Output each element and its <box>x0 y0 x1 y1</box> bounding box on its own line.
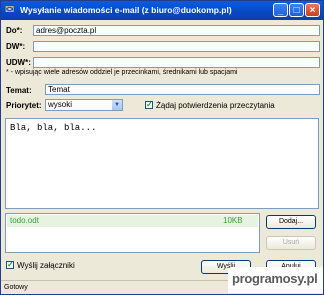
attachment-name: todo.odt <box>10 216 39 225</box>
subject-label: Temat: <box>6 86 32 95</box>
bcc-label: UDW*: <box>6 58 31 67</box>
to-label: Do*: <box>6 26 23 35</box>
remove-attachment-button[interactable]: Usuń <box>266 236 316 250</box>
list-item[interactable]: todo.odt 10KB <box>7 215 258 227</box>
attachments-list[interactable]: todo.odt 10KB <box>5 213 260 253</box>
read-receipt-checkbox[interactable]: ✓ <box>145 101 153 109</box>
priority-select[interactable]: wysoki ▼ <box>45 99 123 111</box>
zip-attachments-label: Wyślij załączniki <box>17 261 75 270</box>
minimize-button[interactable]: _ <box>273 3 288 17</box>
priority-label: Priorytet: <box>6 101 42 110</box>
zip-attachments-checkbox[interactable]: ✓ <box>6 261 14 269</box>
title-bar[interactable]: ✉ Wysyłanie wiadomości e-mail (z biuro@d… <box>1 1 323 20</box>
bcc-field[interactable] <box>33 57 320 68</box>
watermark-text: programosy.pl <box>232 271 318 286</box>
cc-field[interactable] <box>33 41 320 52</box>
to-field[interactable]: adres@poczta.pl <box>33 25 320 36</box>
watermark: programosy.pl <box>228 267 323 293</box>
address-hint: * - wpisując wiele adresów oddziel je pr… <box>6 69 238 76</box>
attachment-size: 10KB <box>223 216 243 225</box>
message-body[interactable]: Bla, bla, bla... <box>5 118 319 209</box>
envelope-icon: ✉ <box>5 4 15 16</box>
window-title: Wysyłanie wiadomości e-mail (z biuro@duo… <box>20 5 232 15</box>
email-window: ✉ Wysyłanie wiadomości e-mail (z biuro@d… <box>0 0 324 295</box>
add-attachment-button[interactable]: Dodaj... <box>266 215 316 229</box>
read-receipt-label: Żądaj potwierdzenia przeczytania <box>156 101 275 110</box>
status-text: Gotowy <box>4 284 28 291</box>
priority-value: wysoki <box>48 100 73 109</box>
close-button[interactable]: × <box>305 3 320 17</box>
maximize-button[interactable]: □ <box>289 3 304 17</box>
chevron-down-icon[interactable]: ▼ <box>112 100 122 110</box>
subject-field[interactable]: Temat <box>45 84 320 95</box>
cc-label: DW*: <box>6 42 26 51</box>
